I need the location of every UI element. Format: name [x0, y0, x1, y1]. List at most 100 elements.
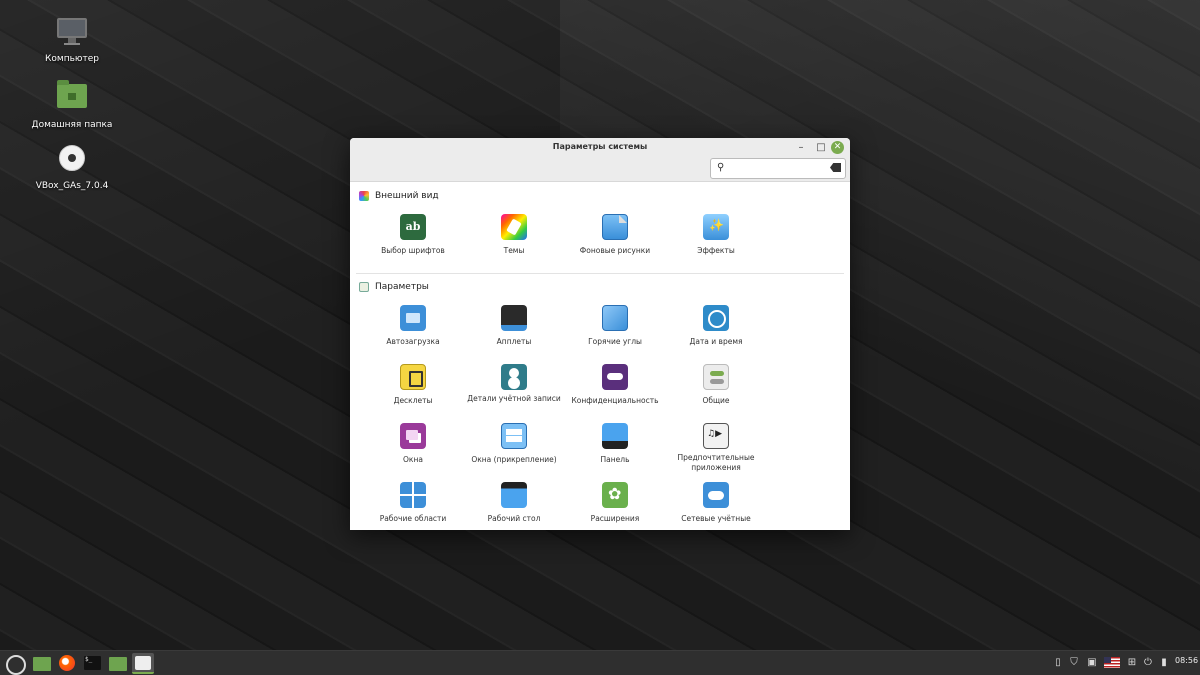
update-icon[interactable]: ▣ — [1086, 655, 1098, 671]
puzzle-icon — [602, 482, 628, 508]
appearance-icon — [359, 191, 369, 201]
cloud-icon — [703, 482, 729, 508]
firefox-icon[interactable] — [56, 653, 78, 674]
clock-icon — [703, 305, 729, 331]
appearance-grid: ab Выбор шрифтов Темы Фоновые рисунки Эф… — [350, 209, 850, 273]
item-desktop[interactable]: Рабочий стол — [464, 477, 564, 530]
item-windows[interactable]: Окна — [363, 418, 463, 477]
home-folder-icon — [55, 80, 89, 114]
item-account-details[interactable]: Детали учётной записи — [464, 359, 564, 418]
system-settings-icon[interactable] — [132, 653, 154, 674]
files-icon[interactable] — [31, 653, 53, 674]
shield-icon[interactable]: ⛉ — [1068, 655, 1080, 671]
fonts-icon: ab — [400, 214, 426, 240]
item-window-tiling[interactable]: Окна (прикрепление) — [464, 418, 564, 477]
power-icon[interactable]: ⏻ — [1142, 655, 1154, 671]
user-account-icon — [501, 364, 527, 390]
item-label: Горячие углы — [588, 337, 642, 346]
section-appearance: Внешний вид — [350, 183, 850, 209]
files-icon[interactable] — [107, 653, 129, 674]
section-title: Внешний вид — [375, 191, 439, 201]
item-backgrounds[interactable]: Фоновые рисунки — [565, 209, 665, 273]
wallpaper-icon — [602, 214, 628, 240]
item-extensions[interactable]: Расширения — [565, 477, 665, 530]
effects-icon — [703, 214, 729, 240]
maximize-button[interactable]: □ — [814, 141, 828, 155]
item-fonts[interactable]: ab Выбор шрифтов — [363, 209, 463, 273]
workspaces-icon — [400, 482, 426, 508]
preferences-grid: Автозагрузка Апплеты Горячие углы Дата и… — [350, 300, 850, 530]
desktop-icon-home[interactable]: Домашняя папка — [17, 80, 127, 130]
item-label: Фоновые рисунки — [579, 246, 651, 255]
item-label: Автозагрузка — [386, 337, 440, 346]
item-privacy[interactable]: Конфиденциальность — [565, 359, 665, 418]
item-effects[interactable]: Эффекты — [666, 209, 766, 273]
computer-icon — [55, 18, 89, 48]
item-general[interactable]: Общие — [666, 359, 766, 418]
item-label: Окна (прикрепление) — [471, 455, 557, 464]
taskbar: ▯ ⛉ ▣ ⊞ ⏻ ▮ 08:56 — [0, 650, 1200, 675]
clear-search-icon[interactable] — [830, 163, 841, 172]
terminal-icon[interactable] — [81, 653, 103, 674]
system-settings-window: Параметры системы – □ ✕ ⚲ Внешний вид ab… — [350, 138, 850, 530]
item-startup[interactable]: Автозагрузка — [363, 300, 463, 359]
preferences-icon — [359, 282, 369, 292]
desktop-icon-computer[interactable]: Компьютер — [17, 16, 127, 64]
desktop-icon-label: VBox_GAs_7.0.4 — [35, 181, 109, 191]
clock[interactable]: 08:56 — [1175, 656, 1198, 665]
item-label: Конфиденциальность — [571, 396, 659, 405]
settings-content: Внешний вид ab Выбор шрифтов Темы Фоновы… — [350, 183, 850, 530]
item-themes[interactable]: Темы — [464, 209, 564, 273]
item-label: Рабочие области — [379, 514, 447, 523]
item-online-accounts[interactable]: Сетевые учётные — [666, 477, 766, 530]
desktop-icon — [501, 482, 527, 508]
item-label: Детали учётной записи — [467, 394, 561, 403]
network-icon[interactable]: ⊞ — [1126, 655, 1138, 671]
desktop-icon-label: Домашняя папка — [31, 120, 113, 130]
item-label: Панель — [600, 455, 630, 464]
preferred-apps-icon — [703, 423, 729, 449]
item-panel[interactable]: Панель — [565, 418, 665, 477]
hot-corners-icon — [602, 305, 628, 331]
item-label: Эффекты — [697, 246, 735, 255]
close-button[interactable]: ✕ — [831, 141, 844, 154]
themes-icon — [501, 214, 527, 240]
panel-icon — [602, 423, 628, 449]
startup-apps-icon — [400, 305, 426, 331]
item-workspaces[interactable]: Рабочие области — [363, 477, 463, 530]
minimize-button[interactable]: – — [794, 141, 808, 155]
item-label: Апплеты — [496, 337, 532, 346]
menu-icon[interactable] — [3, 653, 26, 675]
clipboard-icon[interactable]: ▯ — [1052, 655, 1064, 671]
window-tiling-icon — [501, 423, 527, 449]
search-box[interactable]: ⚲ — [710, 158, 846, 179]
section-title: Параметры — [375, 282, 429, 292]
titlebar[interactable]: Параметры системы – □ ✕ ⚲ — [350, 138, 850, 182]
item-label: Рабочий стол — [487, 514, 541, 523]
item-label: Расширения — [590, 514, 640, 523]
item-label: Предпочтительные приложения — [677, 453, 755, 472]
battery-icon[interactable]: ▮ — [1158, 655, 1170, 671]
item-label: Сетевые учётные — [681, 514, 751, 523]
item-label: Общие — [702, 396, 730, 405]
window-title: Параметры системы — [552, 142, 648, 151]
disc-icon — [55, 145, 89, 175]
item-date-time[interactable]: Дата и время — [666, 300, 766, 359]
section-preferences: Параметры — [350, 274, 850, 300]
item-label: Десклеты — [393, 396, 433, 405]
item-label: Окна — [403, 455, 423, 464]
us-flag-icon[interactable] — [1104, 657, 1120, 668]
item-label: Дата и время — [689, 337, 743, 346]
desktop-icon-vbox[interactable]: VBox_GAs_7.0.4 — [17, 143, 127, 191]
general-toggles-icon — [703, 364, 729, 390]
item-hot-corners[interactable]: Горячие углы — [565, 300, 665, 359]
item-label: Выбор шрифтов — [381, 246, 445, 255]
item-applets[interactable]: Апплеты — [464, 300, 564, 359]
privacy-mask-icon — [602, 364, 628, 390]
desklets-icon — [400, 364, 426, 390]
search-input[interactable] — [731, 161, 827, 176]
applets-icon — [501, 305, 527, 331]
item-label: Темы — [503, 246, 525, 255]
item-preferred-apps[interactable]: Предпочтительные приложения — [666, 418, 766, 477]
item-desklets[interactable]: Десклеты — [363, 359, 463, 418]
